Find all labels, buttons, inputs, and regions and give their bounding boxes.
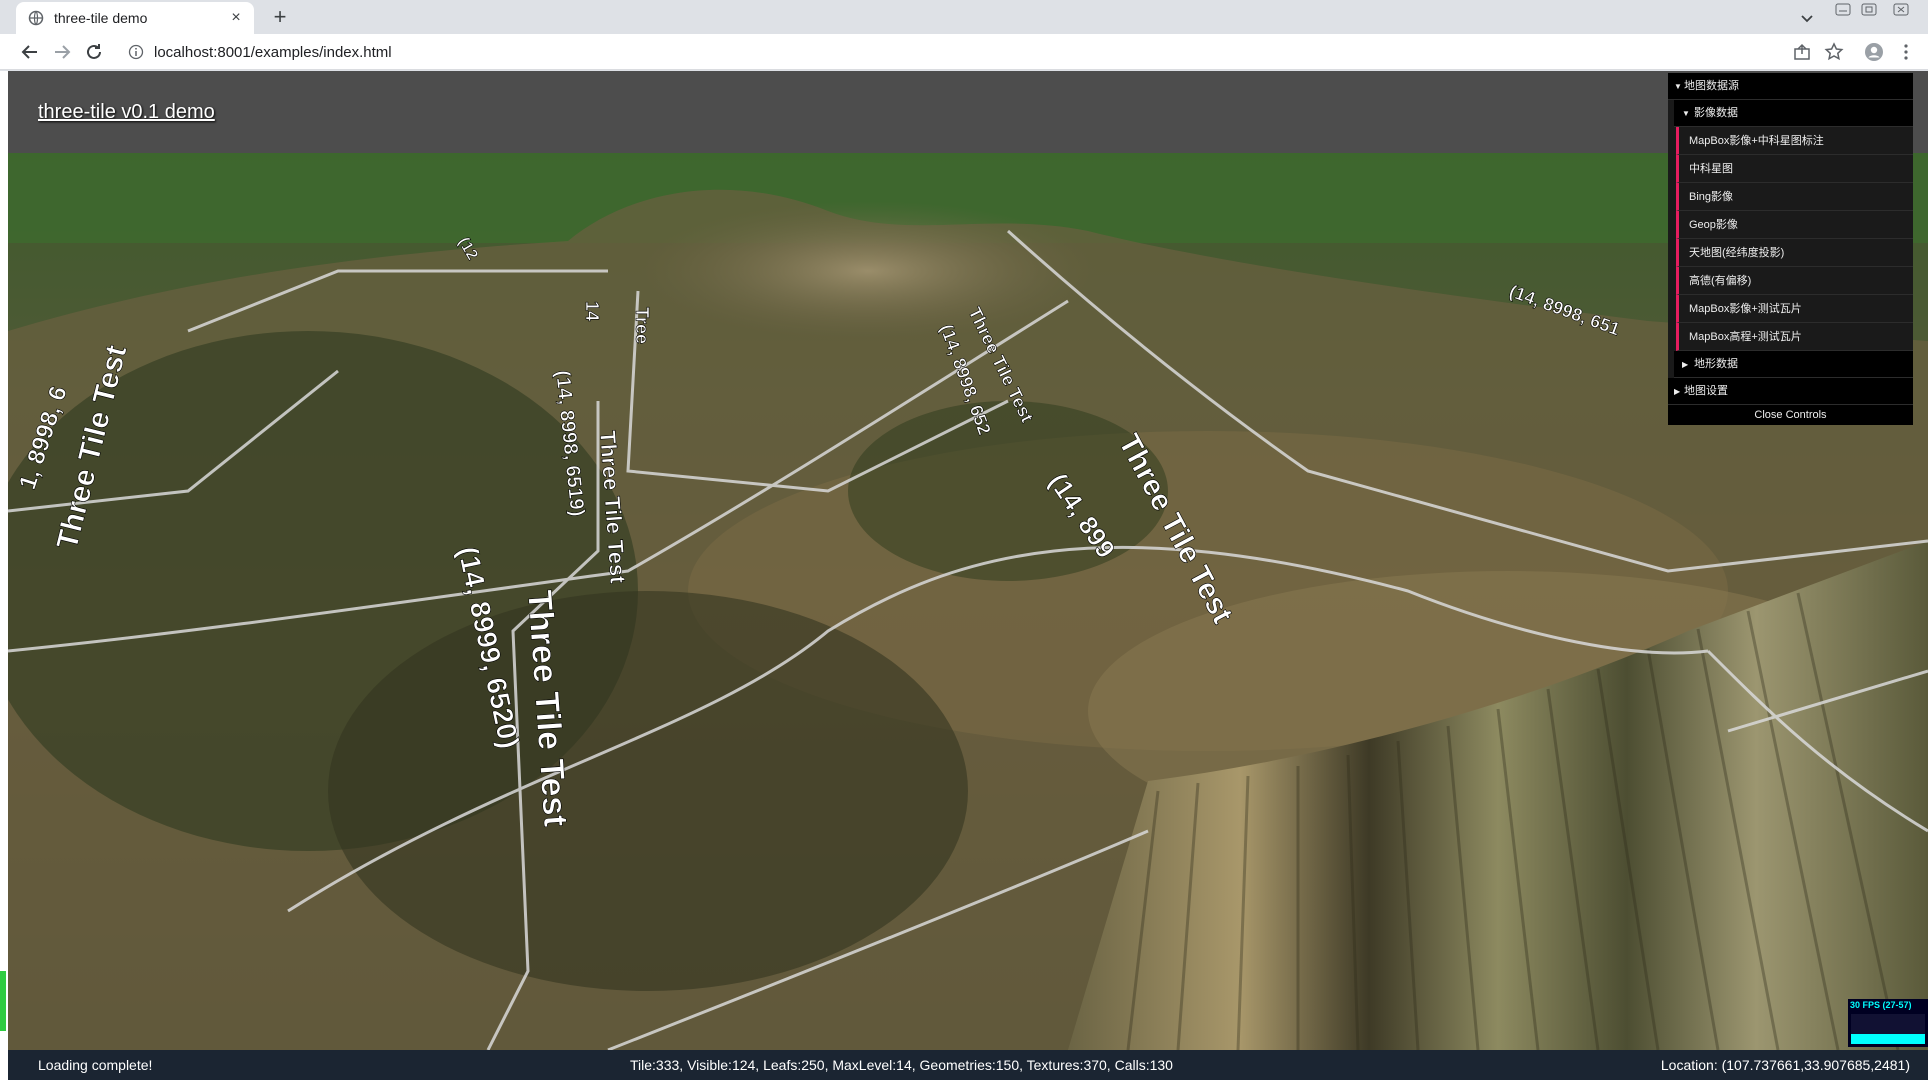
info-icon[interactable]: [128, 44, 144, 60]
caret-right-icon: ▶: [1682, 360, 1689, 369]
caret-right-icon: ▶: [1674, 387, 1681, 396]
back-arrow-icon[interactable]: [18, 40, 42, 64]
folder-label: 地形数据: [1694, 358, 1738, 370]
fps-label: 30 FPS (27-57): [1850, 1000, 1912, 1010]
map-viewport[interactable]: Three Tile Test 1, 8998, 6 Three Tile Te…: [8, 71, 1928, 1080]
kebab-menu-icon[interactable]: [1896, 42, 1916, 62]
location-readout: Location: (107.737661,33.907685,2481): [1660, 1057, 1910, 1073]
folder-map-settings[interactable]: ▶ 地图设置: [1668, 378, 1913, 405]
address-bar[interactable]: localhost:8001/examples/index.html: [116, 37, 1796, 67]
profile-avatar-icon[interactable]: [1864, 42, 1884, 62]
forward-arrow-icon[interactable]: [50, 40, 74, 64]
folder-label: 影像数据: [1694, 107, 1738, 119]
status-bar: Loading complete! Tile:333, Visible:124,…: [8, 1050, 1928, 1080]
tab-search-chevron-icon[interactable]: [1796, 8, 1818, 28]
option-label: 天地图(经纬度投影): [1689, 247, 1785, 259]
tile-label: 14: [582, 301, 602, 321]
imagery-option[interactable]: 中科星图: [1676, 155, 1913, 183]
minimize-icon[interactable]: [1832, 0, 1854, 20]
folder-imagery-data[interactable]: ▼ 影像数据: [1674, 100, 1913, 127]
tile-label: Tree: [632, 307, 652, 344]
url-text: localhost:8001/examples/index.html: [154, 43, 392, 61]
imagery-option[interactable]: MapBox影像+测试瓦片: [1676, 295, 1913, 323]
imagery-option[interactable]: MapBox影像+中科星图标注: [1676, 127, 1913, 155]
share-icon[interactable]: [1792, 42, 1812, 62]
folder-label: 地图设置: [1684, 385, 1728, 397]
imagery-option[interactable]: Bing影像: [1676, 183, 1913, 211]
bookmark-star-icon[interactable]: [1824, 42, 1844, 62]
window-close-icon[interactable]: [1890, 0, 1912, 20]
terrain-scene[interactable]: Three Tile Test 1, 8998, 6 Three Tile Te…: [8, 71, 1928, 1050]
imagery-option[interactable]: Geop影像: [1676, 211, 1913, 239]
caret-down-icon: ▼: [1682, 109, 1690, 118]
imagery-option[interactable]: MapBox高程+测试瓦片: [1676, 323, 1913, 351]
caret-down-icon: ▼: [1674, 82, 1682, 91]
option-label: MapBox高程+测试瓦片: [1689, 331, 1802, 343]
imagery-option[interactable]: 天地图(经纬度投影): [1676, 239, 1913, 267]
new-tab-icon[interactable]: +: [268, 6, 292, 30]
folder-terrain-data[interactable]: ▶ 地形数据: [1674, 351, 1913, 378]
tile-stats: Tile:333, Visible:124, Leafs:250, MaxLev…: [630, 1057, 1173, 1073]
browser-toolbar: localhost:8001/examples/index.html: [0, 34, 1928, 70]
imagery-option[interactable]: 高德(有偏移): [1676, 267, 1913, 295]
close-controls-button[interactable]: Close Controls: [1668, 405, 1913, 425]
option-label: MapBox影像+中科星图标注: [1689, 135, 1824, 147]
globe-icon: [28, 10, 44, 26]
left-edge-strip: [0, 71, 8, 1080]
option-label: MapBox影像+测试瓦片: [1689, 303, 1802, 315]
option-label: 中科星图: [1689, 163, 1733, 175]
reload-icon[interactable]: [82, 40, 106, 64]
loading-status: Loading complete!: [38, 1057, 153, 1073]
tab-close-icon[interactable]: ×: [228, 10, 244, 26]
fps-graph-background: [1851, 1014, 1925, 1034]
option-label: Bing影像: [1689, 191, 1734, 203]
restore-icon[interactable]: [1858, 0, 1880, 20]
browser-tab[interactable]: three-tile demo ×: [16, 2, 254, 34]
folder-map-data-source[interactable]: ▼ 地图数据源: [1668, 73, 1913, 100]
tab-title: three-tile demo: [54, 10, 148, 26]
option-label: Geop影像: [1689, 219, 1738, 231]
option-label: 高德(有偏移): [1689, 275, 1752, 287]
folder-label: 地图数据源: [1684, 80, 1739, 92]
fps-meter[interactable]: 30 FPS (27-57): [1848, 999, 1928, 1047]
demo-title[interactable]: three-tile v0.1 demo: [38, 101, 215, 124]
browser-tabstrip: three-tile demo × +: [0, 0, 1928, 34]
controls-panel: ▼ 地图数据源 ▼ 影像数据 MapBox影像+中科星图标注 中科星图 Bing…: [1668, 73, 1913, 425]
